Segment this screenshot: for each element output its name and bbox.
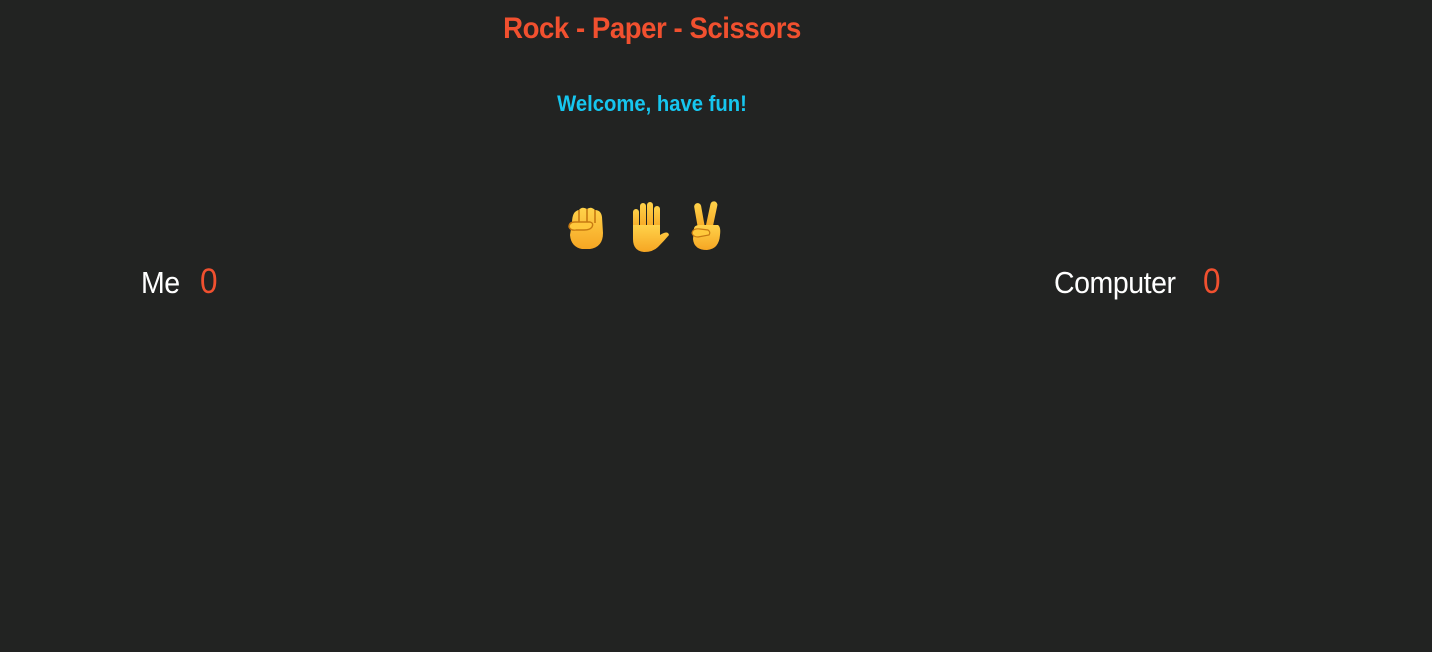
- player-score-label: Me: [141, 265, 180, 300]
- choice-buttons: [562, 196, 742, 256]
- raised-hand-icon: [633, 202, 669, 252]
- paper-button[interactable]: [622, 197, 670, 255]
- victory-hand-icon: [691, 201, 721, 250]
- scissors-button[interactable]: [682, 197, 730, 255]
- computer-score-label: Computer: [1054, 265, 1176, 300]
- status-message: Welcome, have fun!: [557, 91, 747, 116]
- game-title: Rock - Paper - Scissors: [503, 12, 801, 45]
- computer-score-value: 0: [1203, 262, 1221, 301]
- game-board: Rock - Paper - Scissors Welcome, have fu…: [0, 0, 1432, 652]
- computer-score: Computer 0: [1054, 262, 1222, 302]
- player-score-value: 0: [200, 262, 218, 301]
- player-score: Me 0: [141, 262, 219, 302]
- rock-button[interactable]: [562, 197, 610, 255]
- raised-fist-icon: [568, 207, 603, 249]
